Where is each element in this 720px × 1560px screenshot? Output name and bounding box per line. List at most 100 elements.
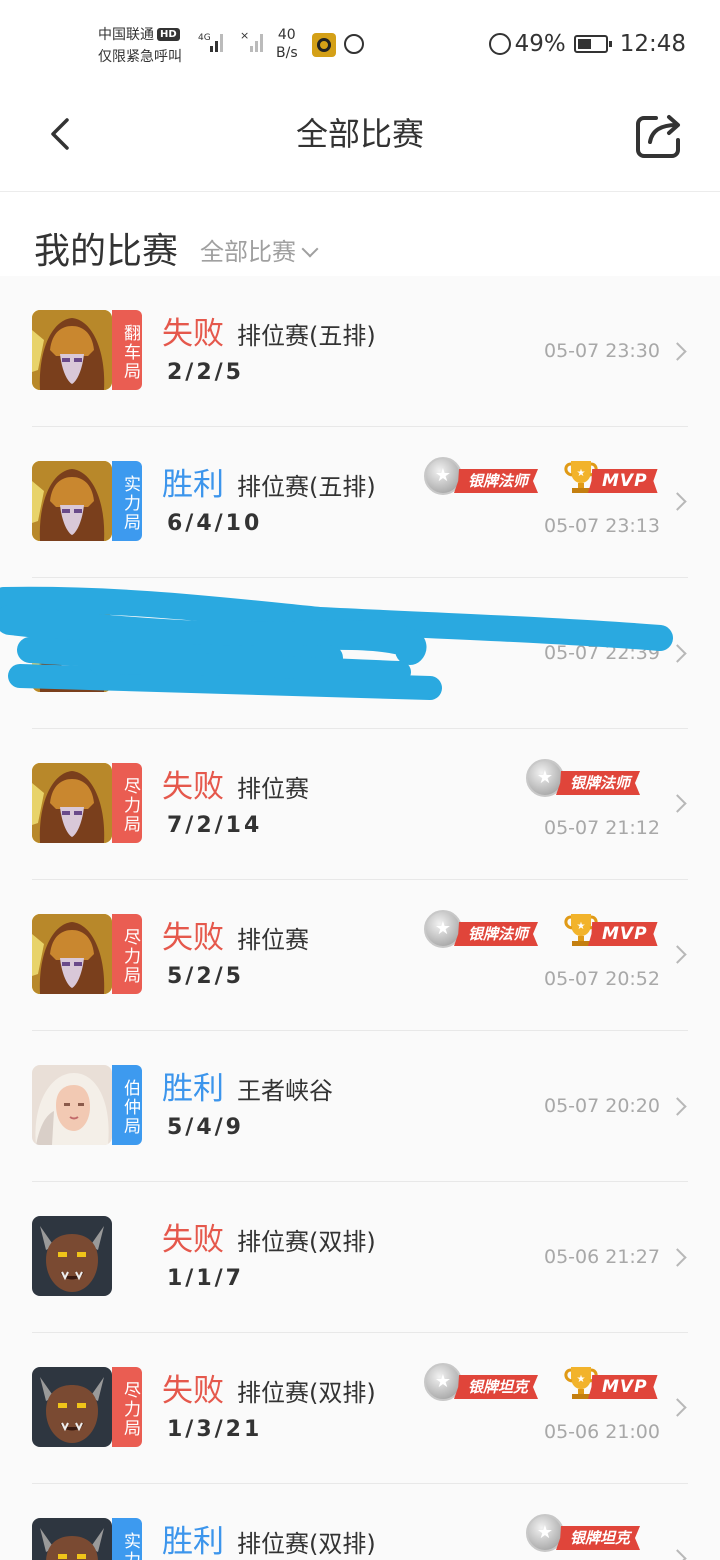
chevron-right-icon [668, 945, 687, 964]
nav-bar: 全部比赛 [0, 90, 720, 192]
badge-label: 银牌法师 [454, 469, 539, 493]
match-time: 05-07 20:20 [543, 1095, 660, 1117]
kda-score: 5/2/5 [167, 964, 244, 989]
badge-label: MVP [588, 1375, 658, 1399]
battery-percent: 49% [514, 31, 566, 57]
game-mode: 排位赛(双排) [237, 1530, 376, 1558]
kda-score: 1/1/7 [167, 1266, 244, 1291]
redaction-scribble [0, 586, 673, 700]
match-quality-tag: 翻车局 [112, 310, 142, 390]
match-result: 胜利 [162, 1071, 224, 1107]
signal-4g-icon: 4G [198, 33, 223, 52]
hero-avatar [32, 914, 112, 994]
match-time: 05-07 23:13 [543, 515, 660, 537]
match-result: 失败 [162, 769, 224, 805]
kda-score: 5/4/9 [167, 1115, 244, 1140]
clock: 12:48 [619, 31, 686, 57]
badge-label: 银牌坦克 [454, 1375, 539, 1399]
badge-label: 银牌法师 [454, 922, 539, 946]
carrier-name: 中国联通 [98, 27, 154, 43]
badge-label: MVP [588, 922, 658, 946]
game-mode: 排位赛(双排) [237, 1379, 376, 1407]
silver-medal-badge: 银牌法师 [526, 759, 660, 799]
match-time: 05-07 20:52 [543, 968, 660, 990]
game-mode: 王者峡谷 [237, 1077, 333, 1105]
svg-text:×: × [240, 29, 249, 42]
match-result: 失败 [162, 920, 224, 956]
share-icon[interactable] [634, 110, 686, 160]
hd-icon: HD [157, 28, 180, 41]
mvp-badge: ★ MVP [562, 457, 660, 497]
silver-medal-badge: 银牌坦克 [526, 1514, 660, 1554]
net-speed: 40 B/s [276, 26, 298, 62]
match-quality-tag: 伯仲局 [112, 1065, 142, 1145]
battery-icon [573, 35, 612, 53]
app-notification-icon [312, 33, 336, 57]
match-row[interactable]: 失败 排位赛(双排) 1/1/7 05-06 21:27 [0, 1182, 720, 1333]
match-result: 失败 [162, 1222, 224, 1258]
game-mode: 排位赛(五排) [237, 473, 376, 501]
silver-medal-badge: 银牌坦克 [424, 1363, 558, 1403]
chevron-right-icon [668, 492, 687, 511]
match-time: 05-07 21:12 [543, 817, 660, 839]
match-quality-tag: 尽力局 [112, 1367, 142, 1447]
match-time: 05-07 23:30 [543, 340, 660, 362]
hero-avatar [32, 461, 112, 541]
filter-label: 全部比赛 [200, 238, 296, 266]
section-header: 我的比赛 全部比赛 [0, 192, 720, 276]
chevron-down-icon [301, 240, 319, 258]
match-filter-dropdown[interactable]: 全部比赛 [200, 236, 319, 268]
net-speed-value: 40 [277, 27, 296, 43]
game-mode: 排位赛 [237, 926, 309, 954]
kda-score: 2/2/5 [167, 360, 244, 385]
badge-label: 银牌坦克 [556, 1526, 641, 1550]
signal-none-icon: × [240, 29, 263, 52]
hero-avatar [32, 1216, 112, 1296]
badge-label: 银牌法师 [556, 771, 641, 795]
status-right: 49% 12:48 [488, 28, 686, 60]
stopwatch-icon [344, 34, 364, 54]
hero-avatar [32, 1367, 112, 1447]
match-result: 胜利 [162, 467, 224, 503]
match-result: 失败 [162, 316, 224, 352]
match-quality-tag: 实力局 [112, 1518, 142, 1560]
match-row[interactable]: 尽力局失败排位赛 7/2/14 05-07 21:12 银牌法师 [0, 729, 720, 880]
match-row[interactable]: 伯仲局 胜利 王者峡谷 5/4/9 05-07 20:20 [0, 1031, 720, 1182]
status-bar: 中国联通 HD 仅限紧急呼叫 4G × 40 B/s 49% 12:48 [0, 0, 720, 90]
hero-avatar [32, 1065, 112, 1145]
chevron-right-icon [668, 342, 687, 361]
page-title: 全部比赛 [295, 115, 424, 153]
svg-text:★: ★ [577, 921, 586, 932]
match-quality-tag: 尽力局 [112, 914, 142, 994]
match-result: 失败 [162, 1373, 224, 1409]
chevron-right-icon [668, 794, 687, 813]
kda-score: 1/3/21 [167, 1417, 263, 1442]
silver-medal-badge: 银牌法师 [424, 910, 558, 950]
net-speed-unit: B/s [276, 45, 298, 61]
hero-avatar [32, 1518, 112, 1560]
chevron-right-icon [668, 1097, 687, 1116]
chevron-right-icon [668, 1398, 687, 1417]
hero-avatar [32, 763, 112, 843]
carrier-info: 中国联通 HD 仅限紧急呼叫 [98, 24, 182, 68]
game-mode: 排位赛(双排) [237, 1228, 376, 1256]
match-row[interactable]: 尽力局失败排位赛(双排) 1/3/21 05-06 21:00 ★MVP 银牌坦克 [0, 1333, 720, 1484]
svg-text:★: ★ [577, 468, 586, 479]
kda-score: 7/2/14 [167, 813, 263, 838]
svg-text:4G: 4G [198, 33, 211, 43]
hero-avatar [32, 310, 112, 390]
match-row[interactable]: 实力局胜利排位赛(双排) 银牌坦克 [0, 1484, 720, 1560]
match-row[interactable]: 翻车局 失败 排位赛(五排) 2/2/5 05-07 23:30 [0, 276, 720, 427]
match-row[interactable]: 尽力局失败排位赛 5/2/5 05-07 20:52 ★MVP 银牌法师 [0, 880, 720, 1031]
svg-text:★: ★ [577, 1374, 586, 1385]
chevron-right-icon [668, 1248, 687, 1267]
game-mode: 排位赛(五排) [237, 322, 376, 350]
match-list: 翻车局 失败 排位赛(五排) 2/2/5 05-07 23:30 实力局 胜利 排位赛(五排)… [0, 276, 720, 1560]
match-quality-tag: 实力局 [112, 461, 142, 541]
match-quality-tag: 尽力局 [112, 763, 142, 843]
match-row[interactable]: 实力局胜利排位赛(五排) 6/4/10 05-07 23:13 ★MVP 银牌法师 [0, 427, 720, 578]
match-result: 胜利 [162, 1524, 224, 1560]
my-matches-title: 我的比赛 [34, 231, 179, 272]
mvp-badge: ★ MVP [562, 910, 660, 950]
silver-medal-badge: 银牌法师 [424, 457, 558, 497]
